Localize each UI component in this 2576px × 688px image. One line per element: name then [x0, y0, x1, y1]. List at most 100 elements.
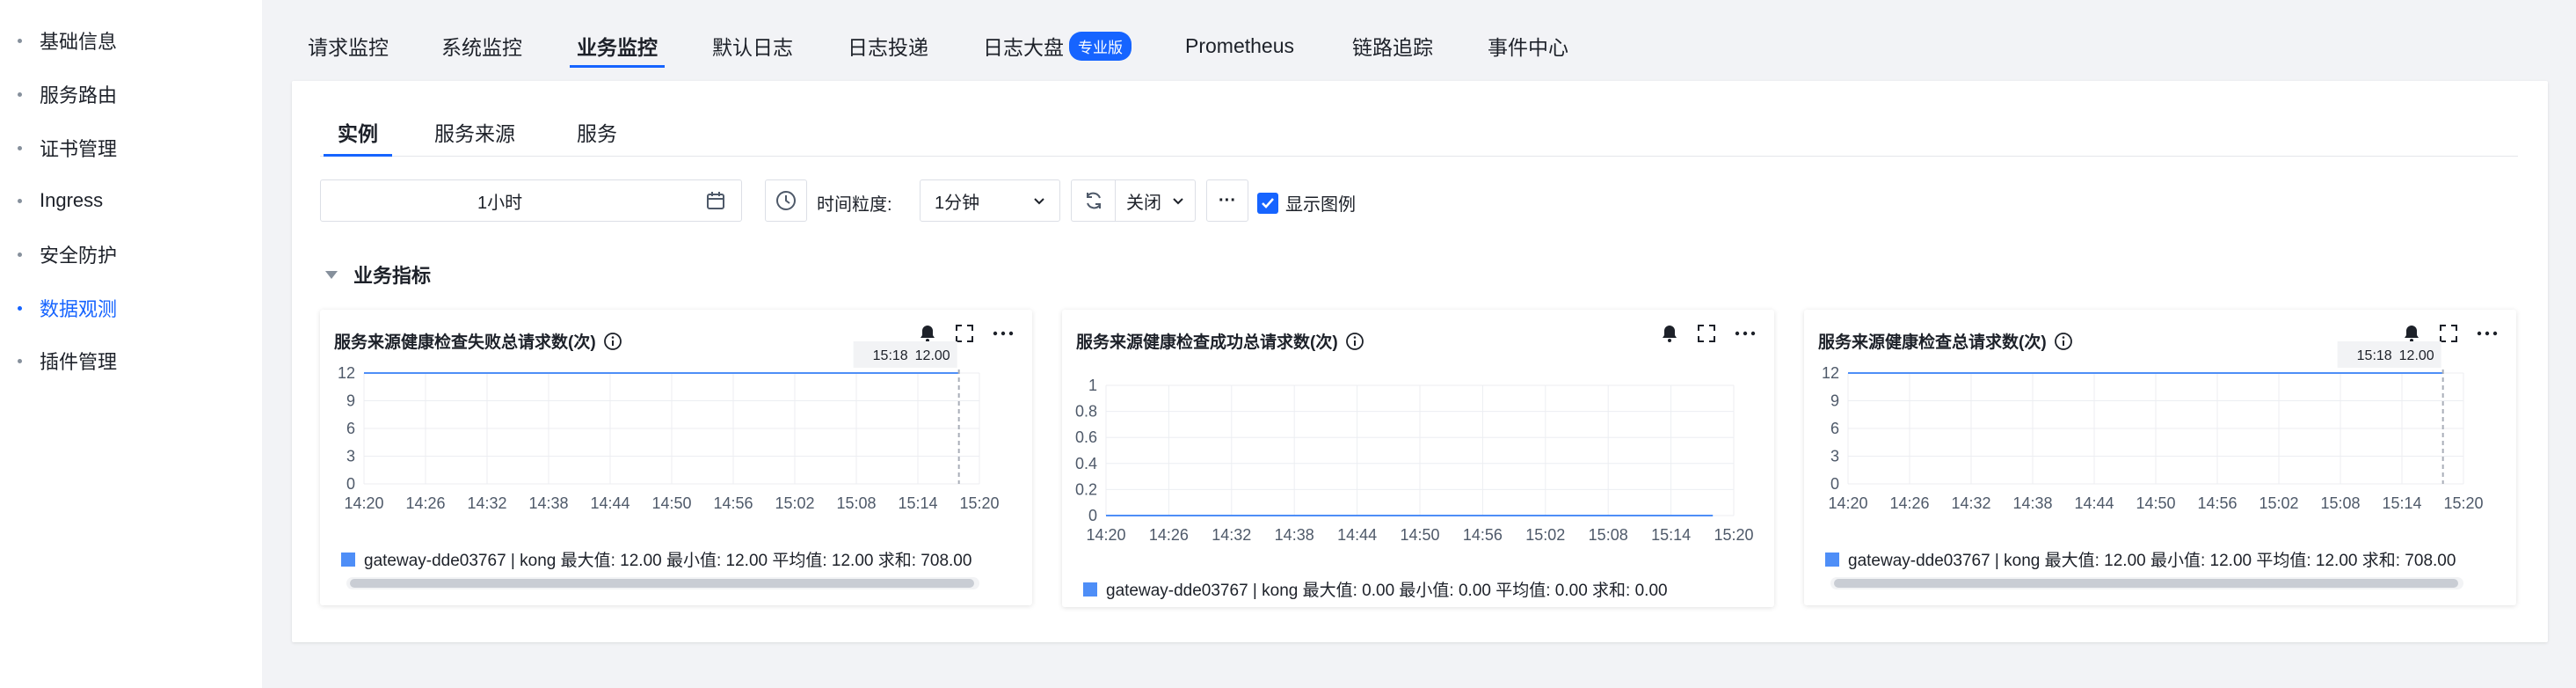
collapse-caret-icon	[325, 270, 338, 279]
subtab-label: 实例	[338, 122, 378, 145]
legend-item[interactable]: gateway-dde03767 | kong 最大值: 12.00 最小值: …	[341, 547, 971, 571]
y-tick-label: 0.4	[1075, 455, 1097, 472]
bullet-icon	[18, 145, 22, 150]
auto-refresh-select[interactable]: 关闭	[1115, 179, 1196, 222]
subtab-label: 服务	[577, 122, 617, 145]
x-tick-label: 14:38	[528, 494, 568, 512]
y-tick-label: 1	[1088, 377, 1097, 394]
x-tick-label: 14:50	[2136, 494, 2175, 512]
x-tick-label: 15:14	[1651, 526, 1691, 544]
chevron-down-icon	[1170, 193, 1186, 209]
sidebar-item-observability[interactable]: 数据观测	[18, 290, 117, 326]
more-icon: ···	[1219, 190, 1236, 210]
subtab-label: 服务来源	[434, 122, 515, 145]
tab-log-delivery[interactable]: 日志投递	[848, 23, 928, 69]
sidebar-item-security[interactable]: 安全防护	[18, 237, 117, 272]
x-tick-label: 14:44	[2074, 494, 2114, 512]
tab-event-center[interactable]: 事件中心	[1488, 23, 1568, 69]
tab-log-dashboard[interactable]: 日志大盘 专业版	[983, 23, 1132, 69]
refresh-button[interactable]	[1071, 179, 1115, 222]
sidebar-item-basic-info[interactable]: 基础信息	[18, 23, 117, 58]
chart-card-success-requests: 服务来源健康检查成功总请求数(次) 0 0.2 0.4 0.6 0.8 1 14:20 14:…	[1062, 310, 1774, 607]
x-tick-label: 15:20	[1714, 526, 1753, 544]
sidebar-item-plugins[interactable]: 插件管理	[18, 343, 117, 378]
sidebar-item-label: 插件管理	[40, 351, 118, 373]
legend-item[interactable]: gateway-dde03767 | kong 最大值: 0.00 最小值: 0…	[1083, 577, 1668, 601]
y-tick-label: 0	[346, 475, 355, 493]
legend-swatch	[1083, 582, 1097, 597]
y-tick-label: 0	[1830, 475, 1839, 493]
x-tick-label: 15:14	[2382, 494, 2421, 512]
tooltip-time: 15:18	[873, 348, 908, 363]
x-tick-label: 14:32	[1212, 526, 1251, 544]
x-tick-label: 15:02	[2259, 494, 2298, 512]
legend-item[interactable]: gateway-dde03767 | kong 最大值: 12.00 最小值: …	[1825, 547, 2456, 571]
x-tick-label: 14:20	[1086, 526, 1125, 544]
bullet-icon	[18, 358, 22, 363]
scrollbar-thumb[interactable]	[1834, 579, 2458, 588]
tab-request-monitor[interactable]: 请求监控	[308, 23, 389, 69]
x-tick-label: 15:08	[2320, 494, 2360, 512]
sidebar-item-label: 服务路由	[40, 84, 118, 106]
sidebar-item-service-routing[interactable]: 服务路由	[18, 77, 117, 112]
sidebar-item-label: Ingress	[40, 189, 104, 211]
checkbox-icon	[1257, 192, 1278, 214]
time-range-picker[interactable]: 1小时	[320, 179, 742, 222]
tab-label: 系统监控	[441, 36, 522, 59]
x-tick-label: 15:02	[1525, 526, 1565, 544]
x-tick-label: 14:44	[1337, 526, 1377, 544]
y-tick-label: 12	[1822, 364, 1839, 382]
clock-icon	[775, 190, 797, 211]
chart-card-total-requests: 服务来源健康检查总请求数(次) 0 3 6 9 12 14:20 14:26 14:32 14:…	[1804, 310, 2516, 605]
horizontal-scrollbar[interactable]	[1830, 577, 2463, 589]
y-tick-label: 0.2	[1075, 480, 1097, 498]
x-tick-label: 15:20	[959, 494, 999, 512]
y-tick-label: 6	[346, 420, 355, 437]
section-title: 业务指标	[353, 265, 432, 287]
chevron-down-icon	[1031, 193, 1047, 209]
subtab-service[interactable]: 服务	[577, 113, 617, 151]
y-tick-label: 6	[1830, 420, 1839, 437]
main-panel: 实例 服务来源 服务 1小时 时间粒度: 1分钟 关闭 ··· 显示图例 业务指…	[292, 81, 2548, 642]
subtab-instance[interactable]: 实例	[324, 113, 392, 157]
sidebar-item-label: 安全防护	[40, 245, 118, 267]
sidebar-item-certificates[interactable]: 证书管理	[18, 130, 117, 165]
calendar-icon	[706, 191, 725, 210]
time-range-value: 1小时	[477, 193, 523, 213]
subtab-service-source[interactable]: 服务来源	[434, 113, 515, 151]
tooltip-time: 15:18	[2357, 348, 2392, 363]
x-tick-label: 15:02	[775, 494, 814, 512]
more-button[interactable]: ···	[1206, 179, 1248, 222]
x-tick-label: 14:26	[405, 494, 445, 512]
tab-business-monitor[interactable]: 业务监控	[570, 23, 665, 69]
x-tick-label: 14:20	[344, 494, 383, 512]
horizontal-scrollbar[interactable]	[346, 577, 979, 589]
x-tick-label: 14:26	[1889, 494, 1929, 512]
sidebar-item-ingress[interactable]: Ingress	[18, 183, 103, 218]
top-tabs: 请求监控 系统监控 业务监控 默认日志 日志投递 日志大盘 专业版 Prometh…	[290, 23, 2541, 70]
tab-tracing[interactable]: 链路追踪	[1352, 23, 1433, 69]
x-tick-label: 14:56	[1463, 526, 1503, 544]
granularity-select[interactable]: 1分钟	[920, 179, 1060, 222]
tab-system-monitor[interactable]: 系统监控	[441, 23, 522, 69]
clock-button[interactable]	[765, 179, 807, 222]
legend-text: gateway-dde03767 | kong 最大值: 12.00 最小值: …	[364, 552, 972, 570]
y-tick-label: 0.8	[1075, 403, 1097, 421]
scrollbar-thumb[interactable]	[350, 579, 974, 588]
tab-prometheus[interactable]: Prometheus	[1185, 23, 1294, 69]
x-tick-label: 14:44	[590, 494, 629, 512]
chart-card-failed-requests: 服务来源健康检查失败总请求数(次) 0 3 6 9 12 14:20 14:26 14:32 1…	[320, 310, 1032, 605]
x-tick-label: 15:08	[836, 494, 876, 512]
section-business-metrics[interactable]: 业务指标	[325, 260, 431, 289]
toolbar: 1小时 时间粒度: 1分钟 关闭 ··· 显示图例	[320, 179, 1375, 222]
x-tick-label: 14:56	[713, 494, 753, 512]
bullet-icon	[18, 252, 22, 257]
x-tick-label: 14:50	[1400, 526, 1439, 544]
tab-label: 默认日志	[712, 36, 793, 59]
show-legend-checkbox[interactable]: 显示图例	[1257, 190, 1356, 216]
y-tick-label: 9	[346, 392, 355, 410]
y-tick-label: 3	[346, 448, 355, 465]
x-tick-label: 14:26	[1149, 526, 1189, 544]
line-chart: 0 0.2 0.4 0.6 0.8 1 14:20 14:26 14:32 14:38 14:44 1…	[1075, 377, 1754, 544]
tab-default-logs[interactable]: 默认日志	[712, 23, 793, 69]
